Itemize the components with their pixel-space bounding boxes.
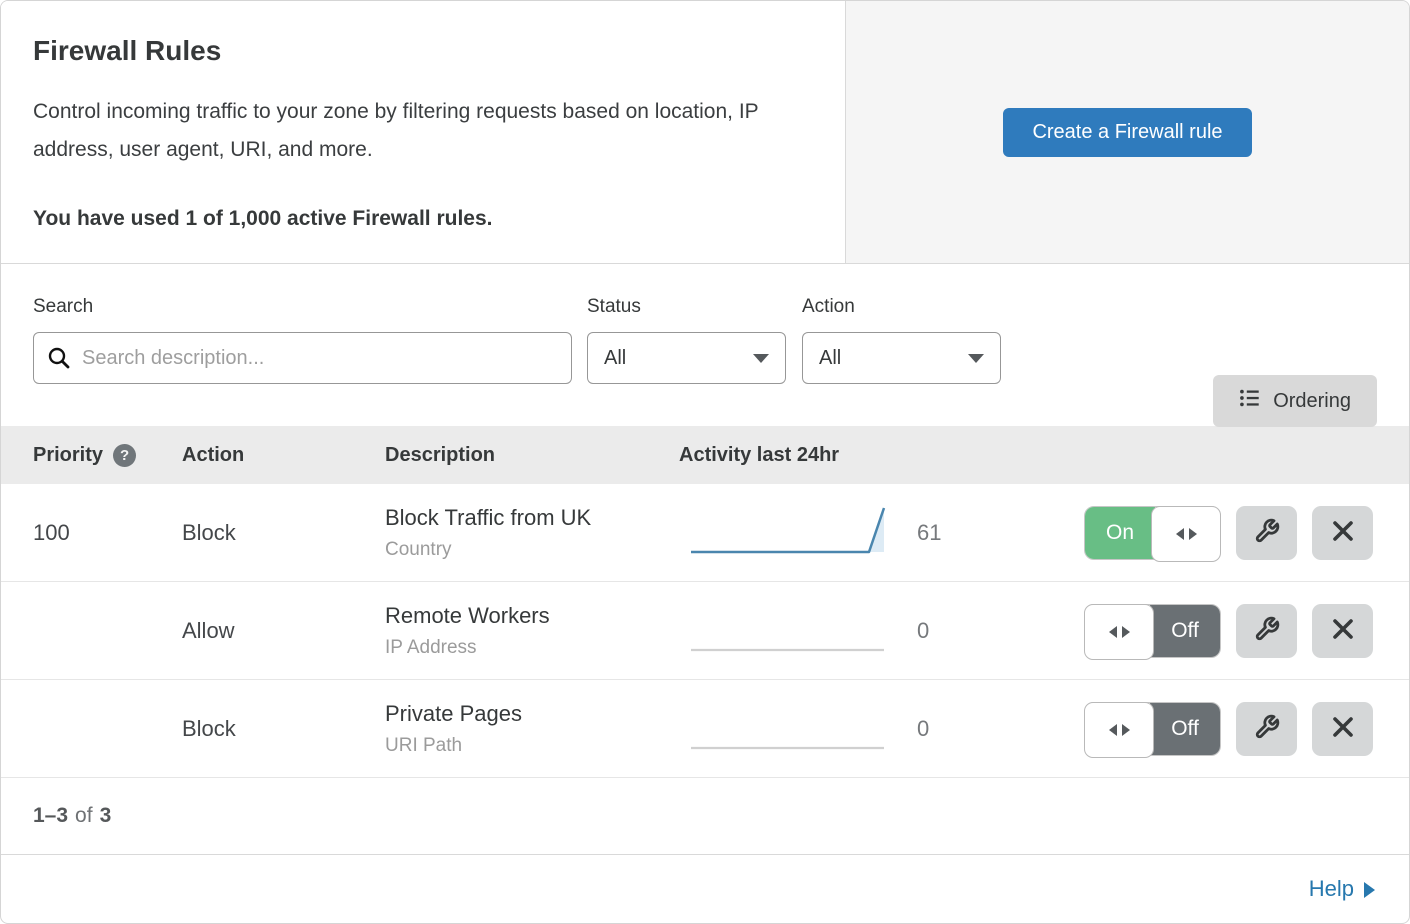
table-row: 100 Block Block Traffic from UK Country … xyxy=(1,484,1409,582)
pagination-total: 3 xyxy=(100,804,112,828)
action-filter-group: Action All xyxy=(802,296,1001,426)
table-row: Allow Remote Workers IP Address 0 Off xyxy=(1,582,1409,680)
edit-rule-button[interactable] xyxy=(1236,604,1297,658)
activity-sparkline xyxy=(679,500,889,565)
rules-list: 100 Block Block Traffic from UK Country … xyxy=(1,484,1409,778)
edit-rule-button[interactable] xyxy=(1236,506,1297,560)
help-link[interactable]: Help xyxy=(1309,876,1375,902)
help-link-label: Help xyxy=(1309,876,1354,902)
rule-controls: Off xyxy=(979,604,1409,658)
header-section: Firewall Rules Control incoming traffic … xyxy=(1,1,1409,264)
status-label: Status xyxy=(587,296,786,318)
toggle-state-label: On xyxy=(1085,507,1155,559)
rule-toggle[interactable]: On xyxy=(1084,506,1221,560)
close-icon xyxy=(1331,519,1355,546)
search-box xyxy=(33,332,572,384)
toggle-state-label: Off xyxy=(1150,605,1220,657)
search-icon xyxy=(47,346,71,370)
header-action-panel: Create a Firewall rule xyxy=(846,1,1409,263)
activity-count: 0 xyxy=(889,618,979,644)
create-firewall-rule-button[interactable]: Create a Firewall rule xyxy=(1003,108,1251,157)
ordering-wrap: Ordering xyxy=(1213,296,1377,426)
rule-description-cell: Block Traffic from UK Country xyxy=(385,505,679,561)
chevron-down-icon xyxy=(968,354,984,363)
close-icon xyxy=(1331,715,1355,742)
pagination-bar: 1–3 of 3 xyxy=(1,778,1409,855)
ordering-button-label: Ordering xyxy=(1273,390,1351,413)
rule-toggle[interactable]: Off xyxy=(1084,604,1221,658)
rule-description: Remote Workers xyxy=(385,603,679,629)
status-selected-value: All xyxy=(604,347,626,370)
priority-column-header: Priority ? xyxy=(1,444,182,467)
page-title: Firewall Rules xyxy=(33,35,805,67)
pagination-range: 1–3 xyxy=(33,804,68,828)
rule-match-type: IP Address xyxy=(385,637,679,659)
ordering-button[interactable]: Ordering xyxy=(1213,375,1377,427)
rule-description-cell: Private Pages URI Path xyxy=(385,701,679,757)
wrench-icon xyxy=(1254,518,1280,547)
firewall-rules-card: Firewall Rules Control incoming traffic … xyxy=(0,0,1410,924)
search-filter-group: Search xyxy=(33,296,572,426)
rule-controls: Off xyxy=(979,702,1409,756)
rule-priority: 100 xyxy=(1,520,182,546)
priority-help-icon[interactable]: ? xyxy=(113,444,136,467)
rule-match-type: Country xyxy=(385,539,679,561)
rule-description: Private Pages xyxy=(385,701,679,727)
rule-match-type: URI Path xyxy=(385,735,679,757)
rule-description-cell: Remote Workers IP Address xyxy=(385,603,679,659)
status-filter-group: Status All xyxy=(587,296,786,426)
toggle-drag-handle-icon[interactable] xyxy=(1151,506,1221,562)
chevron-down-icon xyxy=(753,354,769,363)
activity-column-header: Activity last 24hr xyxy=(679,444,1130,467)
rule-action: Allow xyxy=(182,618,385,644)
activity-count: 61 xyxy=(889,520,979,546)
wrench-icon xyxy=(1254,714,1280,743)
list-icon xyxy=(1239,387,1261,415)
page-description: Control incoming traffic to your zone by… xyxy=(33,93,803,169)
action-select[interactable]: All xyxy=(802,332,1001,384)
action-selected-value: All xyxy=(819,347,841,370)
toggle-drag-handle-icon[interactable] xyxy=(1084,604,1154,660)
activity-sparkline xyxy=(679,696,889,761)
rule-toggle[interactable]: Off xyxy=(1084,702,1221,756)
table-header-row: Priority ? Action Description Activity l… xyxy=(1,426,1409,484)
rule-action: Block xyxy=(182,716,385,742)
delete-rule-button[interactable] xyxy=(1312,702,1373,756)
usage-note: You have used 1 of 1,000 active Firewall… xyxy=(33,207,805,231)
search-label: Search xyxy=(33,296,572,318)
action-label: Action xyxy=(802,296,1001,318)
edit-rule-button[interactable] xyxy=(1236,702,1297,756)
toggle-state-label: Off xyxy=(1150,703,1220,755)
arrow-right-icon xyxy=(1364,882,1375,898)
delete-rule-button[interactable] xyxy=(1312,506,1373,560)
search-input[interactable] xyxy=(33,332,572,384)
rule-action: Block xyxy=(182,520,385,546)
close-icon xyxy=(1331,617,1355,644)
rule-controls: On xyxy=(979,506,1409,560)
action-column-header: Action xyxy=(182,444,385,467)
description-column-header: Description xyxy=(385,444,679,467)
help-bar: Help xyxy=(1,855,1409,923)
priority-header-label: Priority xyxy=(33,444,103,467)
pagination-of: of xyxy=(75,804,93,828)
toggle-drag-handle-icon[interactable] xyxy=(1084,702,1154,758)
rule-description: Block Traffic from UK xyxy=(385,505,679,531)
status-select[interactable]: All xyxy=(587,332,786,384)
header-text-block: Firewall Rules Control incoming traffic … xyxy=(1,1,846,263)
activity-count: 0 xyxy=(889,716,979,742)
wrench-icon xyxy=(1254,616,1280,645)
activity-sparkline xyxy=(679,598,889,663)
table-row: Block Private Pages URI Path 0 Off xyxy=(1,680,1409,778)
filter-bar: Search Status All Action All xyxy=(1,264,1409,426)
delete-rule-button[interactable] xyxy=(1312,604,1373,658)
